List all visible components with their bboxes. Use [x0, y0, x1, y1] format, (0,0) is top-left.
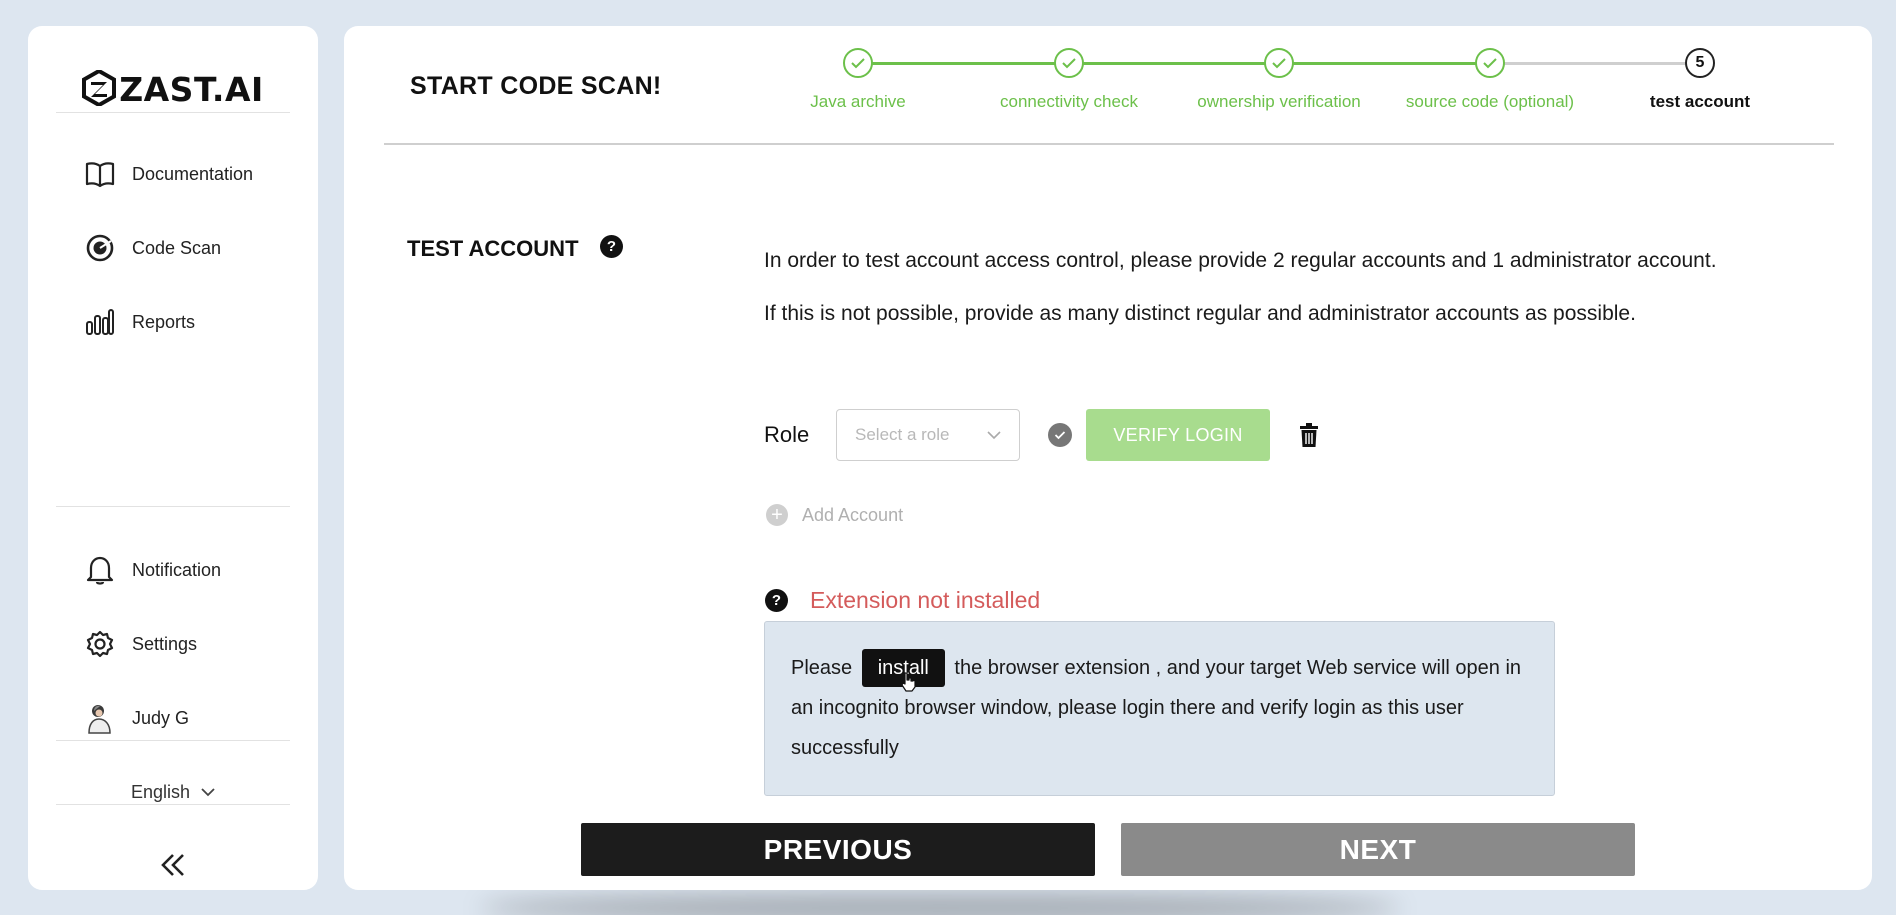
sidebar-item-reports[interactable]: Reports — [84, 302, 195, 342]
bottom-shadow — [480, 893, 1400, 915]
zast-logo-icon — [82, 68, 117, 114]
language-selector[interactable]: English — [28, 782, 318, 803]
role-select-placeholder: Select a role — [855, 425, 950, 444]
scan-target-icon — [84, 232, 116, 264]
step-5-label: test account — [1649, 92, 1751, 111]
sidebar-divider — [56, 740, 290, 741]
sidebar-divider — [56, 112, 290, 113]
test-account-description: In order to test account access control,… — [764, 249, 1717, 325]
sidebar-item-label: Notification — [132, 559, 222, 580]
check-icon — [1483, 58, 1497, 69]
section-title-test-account: TEST ACCOUNT — [407, 236, 579, 261]
step-connector-pending — [1498, 62, 1709, 65]
step-3-check — [1264, 48, 1294, 78]
sidebar-item-label: Judy G — [132, 707, 190, 728]
step-3-label: ownership verification — [1197, 92, 1361, 111]
role-select[interactable]: Select a role — [836, 409, 1020, 461]
book-icon — [84, 158, 116, 190]
avatar — [84, 702, 116, 734]
brand-name: ZAST.AI — [119, 70, 264, 109]
sidebar-item-profile[interactable]: Judy G — [84, 698, 189, 738]
plus-circle-icon: + — [766, 504, 788, 526]
header-divider — [384, 143, 1834, 145]
main-panel: START CODE SCAN! Java archive connectivi… — [344, 26, 1872, 890]
install-extension-link[interactable]: install — [861, 649, 945, 692]
add-account-button[interactable]: + Add Account — [766, 504, 903, 526]
bar-chart-icon — [84, 306, 116, 338]
step-2-check — [1054, 48, 1084, 78]
sidebar-item-label: Settings — [132, 633, 198, 654]
verify-login-button[interactable]: VERIFY LOGIN — [1086, 409, 1270, 461]
trash-icon[interactable] — [1298, 422, 1320, 448]
progress-stepper: Java archive connectivity check ownershi… — [344, 26, 1872, 146]
double-chevron-left-icon — [160, 854, 186, 882]
check-icon — [1272, 58, 1286, 69]
step-5-number: 5 — [1685, 48, 1715, 78]
brand-logo[interactable]: ZAST.AI — [28, 68, 318, 114]
extension-status: ? Extension not installed — [765, 587, 1040, 614]
extension-info-box: Please install the browser extension , a… — [764, 621, 1555, 796]
extension-status-text: Extension not installed — [810, 587, 1041, 613]
sidebar-item-notification[interactable]: Notification — [84, 550, 221, 590]
chevron-down-icon — [195, 782, 215, 802]
hand-cursor-icon — [900, 667, 916, 705]
step-4-check — [1475, 48, 1505, 78]
sidebar-item-code-scan[interactable]: Code Scan — [84, 228, 221, 268]
chevron-down-icon — [987, 425, 1001, 445]
role-label: Role — [764, 422, 810, 447]
add-account-label: Add Account — [802, 504, 904, 525]
step-1-label: Java archive — [810, 92, 906, 111]
verified-check-icon — [1048, 423, 1072, 447]
next-button[interactable]: NEXT — [1121, 823, 1635, 876]
help-icon[interactable]: ? — [600, 235, 623, 258]
sidebar-divider — [56, 804, 290, 805]
help-icon[interactable]: ? — [765, 589, 788, 612]
account-row: Role Select a role VERIFY LOGIN — [764, 409, 1320, 461]
check-icon — [1062, 58, 1076, 69]
sidebar-item-documentation[interactable]: Documentation — [84, 154, 253, 194]
gear-icon — [84, 628, 116, 660]
sidebar-item-settings[interactable]: Settings — [84, 624, 197, 664]
language-value: English — [130, 782, 191, 802]
check-icon — [851, 58, 865, 69]
collapse-sidebar-button[interactable] — [28, 852, 318, 883]
sidebar-divider — [56, 506, 290, 507]
step-2-label: connectivity check — [1000, 92, 1138, 111]
bell-icon — [84, 554, 116, 586]
step-4-label: source code (optional) — [1405, 92, 1575, 111]
previous-button[interactable]: PREVIOUS — [581, 823, 1095, 876]
sidebar-item-label: Documentation — [132, 163, 254, 184]
sidebar-item-label: Code Scan — [132, 237, 222, 258]
step-connector-complete — [858, 62, 1498, 65]
info-prefix: Please — [791, 657, 853, 679]
sidebar: ZAST.AI Documentation Code Scan Reports … — [28, 26, 318, 890]
sidebar-item-label: Reports — [132, 311, 196, 332]
step-1-check — [843, 48, 873, 78]
